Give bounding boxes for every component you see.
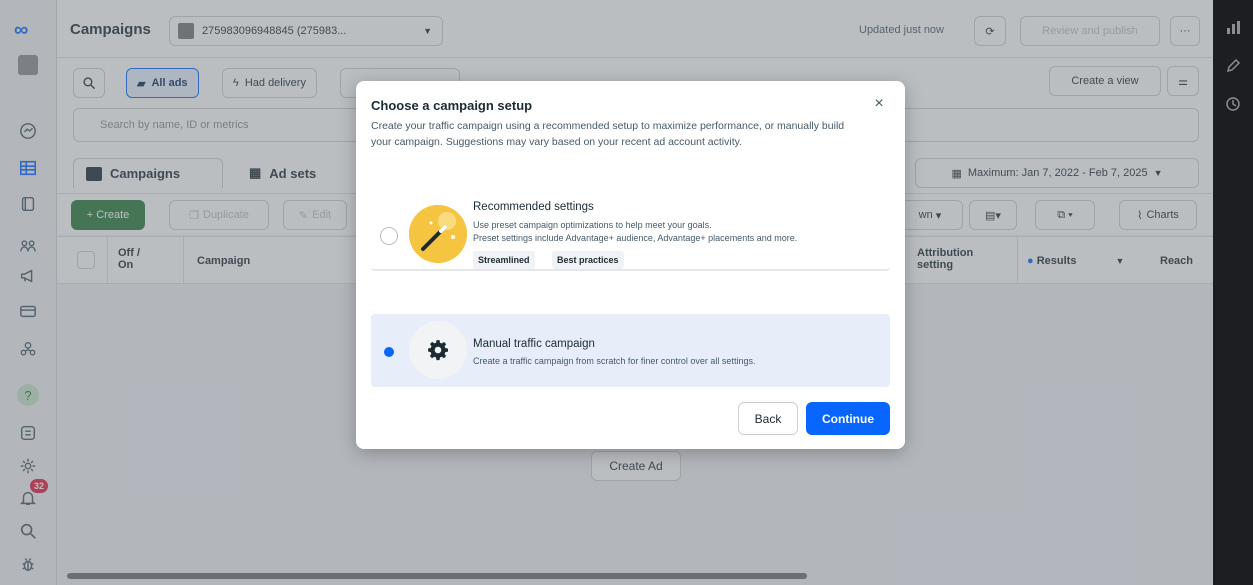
pencil-icon[interactable]: [1225, 58, 1241, 74]
continue-button[interactable]: Continue: [806, 402, 890, 435]
option-recommended-settings[interactable]: Recommended settings Use preset campaign…: [371, 198, 890, 271]
manual-line1: Create a traffic campaign from scratch f…: [473, 356, 756, 366]
right-rail: [1213, 0, 1253, 585]
back-button[interactable]: Back: [738, 402, 798, 435]
recommended-radio[interactable]: [380, 227, 398, 245]
dialog-description: Create your traffic campaign using a rec…: [371, 120, 845, 148]
history-clock-icon[interactable]: [1225, 96, 1241, 112]
manual-title: Manual traffic campaign: [473, 338, 595, 350]
tag-streamlined: Streamlined: [473, 251, 535, 269]
recommended-title: Recommended settings: [473, 201, 594, 213]
dialog-title: Choose a campaign setup: [371, 98, 533, 113]
tag-best-practices: Best practices: [552, 251, 624, 269]
option-manual-traffic-campaign[interactable]: Manual traffic campaign Create a traffic…: [371, 314, 890, 387]
settings-gear-icon: [409, 321, 467, 379]
campaign-setup-dialog: Choose a campaign setup × Create your tr…: [356, 81, 905, 449]
close-icon[interactable]: ×: [870, 95, 888, 113]
magic-wand-icon: [409, 205, 467, 263]
bar-chart-icon[interactable]: [1225, 20, 1241, 36]
recommended-line2: Preset settings include Advantage+ audie…: [473, 233, 798, 243]
recommended-line1: Use preset campaign optimizations to hel…: [473, 220, 712, 230]
manual-radio[interactable]: [380, 343, 398, 361]
